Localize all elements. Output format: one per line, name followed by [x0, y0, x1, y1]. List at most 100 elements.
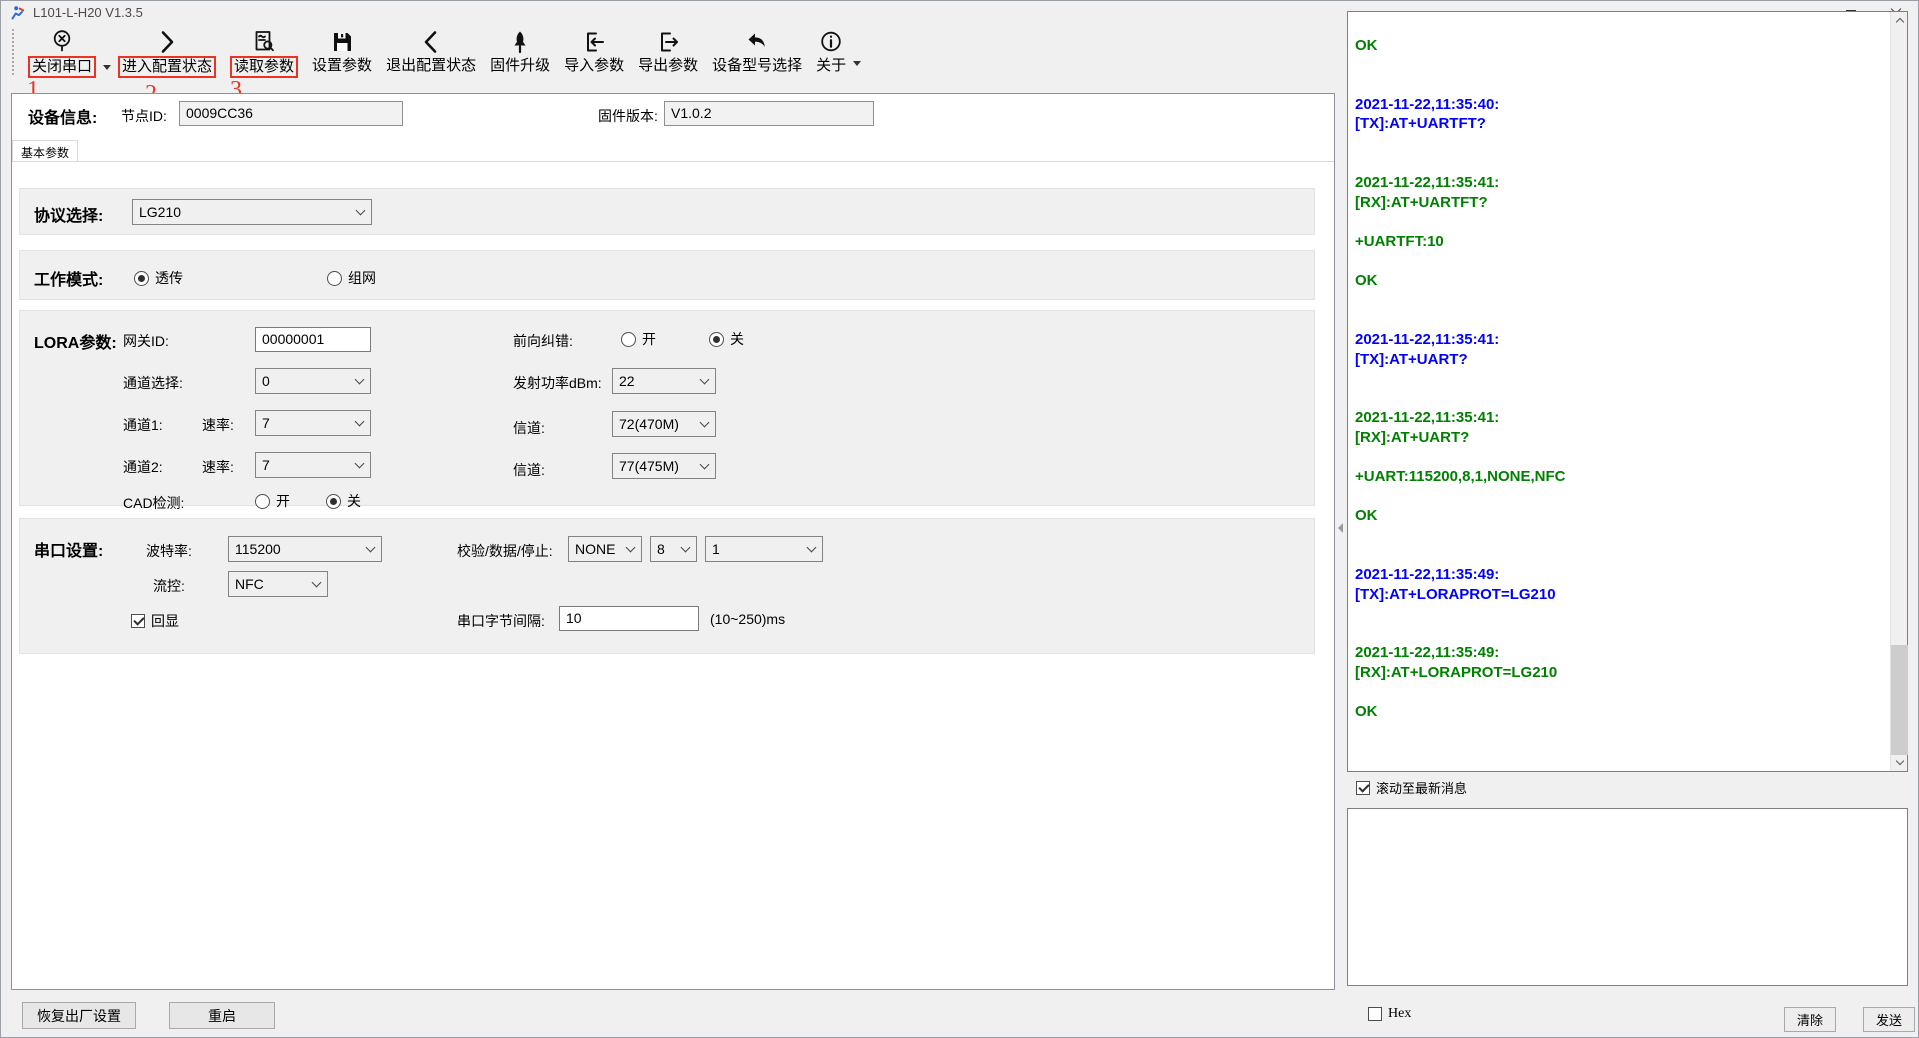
log-line	[1355, 134, 1887, 154]
send-button[interactable]: 发送	[1863, 1007, 1915, 1032]
log-scrollbar[interactable]	[1890, 12, 1907, 771]
toolbar-button-close-serial[interactable]: 关闭串口	[21, 27, 103, 78]
protocol-select[interactable]: LG210	[132, 199, 372, 225]
log-line: OK	[1355, 506, 1887, 526]
firmware-version-field[interactable]: V1.0.2	[664, 101, 874, 126]
log-line: [RX]:AT+UARTFT?	[1355, 193, 1887, 213]
channel-select-label: 通道选择:	[123, 373, 183, 393]
parity-data-stop-label: 校验/数据/停止:	[457, 541, 553, 561]
cad-on-radio[interactable]: 开	[255, 491, 290, 511]
close-serial-dropdown-caret[interactable]	[103, 65, 111, 70]
about-icon	[819, 28, 843, 55]
log-line: 2021-11-22,11:35:41:	[1355, 408, 1887, 428]
toolbar-button-export-params[interactable]: 导出参数	[631, 27, 705, 76]
toolbar-label: 设置参数	[312, 56, 372, 76]
combo-value: NONE	[575, 541, 615, 557]
channel2-rate-label: 速率:	[202, 457, 234, 477]
export-params-icon	[656, 28, 680, 55]
clear-button[interactable]: 清除	[1784, 1007, 1836, 1032]
tab-basic-params[interactable]: 基本参数	[12, 140, 78, 161]
scroll-to-latest-checkbox[interactable]: 滚动至最新消息	[1356, 778, 1467, 797]
log-line	[1355, 447, 1887, 467]
restart-button[interactable]: 重启	[169, 1002, 275, 1029]
node-id-field[interactable]: 0009CC36	[179, 101, 403, 126]
toolbar-label: 退出配置状态	[386, 56, 476, 76]
factory-reset-button[interactable]: 恢复出厂设置	[22, 1002, 136, 1029]
toolbar-button-import-params[interactable]: 导入参数	[557, 27, 631, 76]
log-line: +UARTFT:10	[1355, 232, 1887, 252]
toolbar-button-enter-config[interactable]: 进入配置状态	[111, 27, 223, 78]
work-mode-network-radio[interactable]: 组网	[327, 268, 376, 288]
device-model-icon	[745, 28, 769, 55]
toolbar-label: 关闭串口	[28, 56, 96, 78]
channel-select-combo[interactable]: 0	[255, 368, 371, 394]
toolbar-button-read-params[interactable]: 读取参数	[223, 27, 305, 78]
log-line: 2021-11-22,11:35:41:	[1355, 173, 1887, 193]
chevron-down-icon	[807, 543, 817, 553]
fec-on-radio[interactable]: 开	[621, 329, 656, 349]
checkbox-icon	[131, 614, 145, 628]
scrollbar-thumb[interactable]	[1891, 645, 1908, 755]
parity-combo[interactable]: NONE	[568, 536, 642, 562]
log-line	[1355, 624, 1887, 644]
log-line: 2021-11-22,11:35:41:	[1355, 330, 1887, 350]
chevron-down-icon	[355, 417, 365, 427]
toolbar-label: 固件升级	[490, 56, 550, 76]
log-line	[1355, 545, 1887, 565]
log-line: [TX]:AT+UARTFT?	[1355, 114, 1887, 134]
echo-checkbox[interactable]: 回显	[131, 611, 179, 631]
panel-splitter-collapse-handle[interactable]	[1338, 523, 1343, 533]
data-bits-combo[interactable]: 8	[650, 536, 697, 562]
toolbar-button-device-model[interactable]: 设备型号选择	[705, 27, 809, 76]
radio-icon	[709, 332, 724, 347]
radio-label: 开	[642, 329, 656, 349]
protocol-section: 协议选择: LG210	[19, 188, 1315, 235]
fec-off-radio[interactable]: 关	[709, 329, 744, 349]
radio-icon	[621, 332, 636, 347]
tx-power-combo[interactable]: 22	[612, 368, 716, 394]
toolbar-button-set-params[interactable]: 设置参数	[305, 27, 379, 76]
toolbar-button-exit-config[interactable]: 退出配置状态	[379, 27, 483, 76]
baud-rate-combo[interactable]: 115200	[228, 536, 382, 562]
work-mode-transparent-radio[interactable]: 透传	[134, 268, 183, 288]
log-line	[1355, 389, 1887, 409]
exit-config-icon	[419, 28, 443, 55]
chevron-down-icon	[356, 206, 366, 216]
channel2-rate-combo[interactable]: 7	[255, 452, 371, 478]
send-input-area[interactable]	[1347, 808, 1908, 986]
checkbox-icon	[1368, 1007, 1382, 1021]
hex-checkbox[interactable]: Hex	[1368, 1006, 1411, 1022]
toolbar-label: 导出参数	[638, 56, 698, 76]
flow-control-label: 流控:	[153, 576, 185, 596]
gateway-id-input[interactable]: 00000001	[255, 327, 371, 352]
toolbar-gripper[interactable]	[12, 29, 17, 75]
toolbar-button-about[interactable]: 关于	[809, 27, 853, 76]
work-mode-section: 工作模式: 透传 组网	[19, 250, 1315, 300]
toolbar-overflow-caret[interactable]	[853, 61, 861, 66]
cad-off-radio[interactable]: 关	[326, 491, 361, 511]
log-line	[1355, 310, 1887, 330]
toolbar-button-firmware-upgrade[interactable]: 固件升级	[483, 27, 557, 76]
channel1-freq-combo[interactable]: 72(470M)	[612, 411, 716, 437]
scroll-down-arrow-icon[interactable]	[1891, 754, 1908, 771]
scroll-up-arrow-icon[interactable]	[1891, 12, 1908, 29]
tab-strip: 基本参数	[12, 140, 1334, 162]
baud-rate-label: 波特率:	[146, 541, 192, 561]
chevron-down-icon	[681, 543, 691, 553]
combo-value: 115200	[235, 541, 281, 557]
combo-value: 8	[657, 541, 665, 557]
log-output-area[interactable]: OK 2021-11-22,11:35:40:[TX]:AT+UARTFT? 2…	[1347, 11, 1908, 772]
radio-label: 关	[347, 491, 361, 511]
channel2-freq-combo[interactable]: 77(475M)	[612, 453, 716, 479]
radio-icon	[255, 494, 270, 509]
flow-control-combo[interactable]: NFC	[228, 571, 328, 597]
protocol-value: LG210	[139, 204, 181, 220]
stop-bits-combo[interactable]: 1	[705, 536, 823, 562]
log-line: [RX]:AT+LORAPROT=LG210	[1355, 663, 1887, 683]
log-content: OK 2021-11-22,11:35:40:[TX]:AT+UARTFT? 2…	[1355, 36, 1887, 769]
byte-interval-input[interactable]: 10	[559, 606, 699, 631]
log-line	[1355, 56, 1887, 76]
radio-label: 透传	[155, 268, 183, 288]
channel1-rate-combo[interactable]: 7	[255, 410, 371, 436]
tx-power-label: 发射功率dBm:	[513, 373, 602, 393]
